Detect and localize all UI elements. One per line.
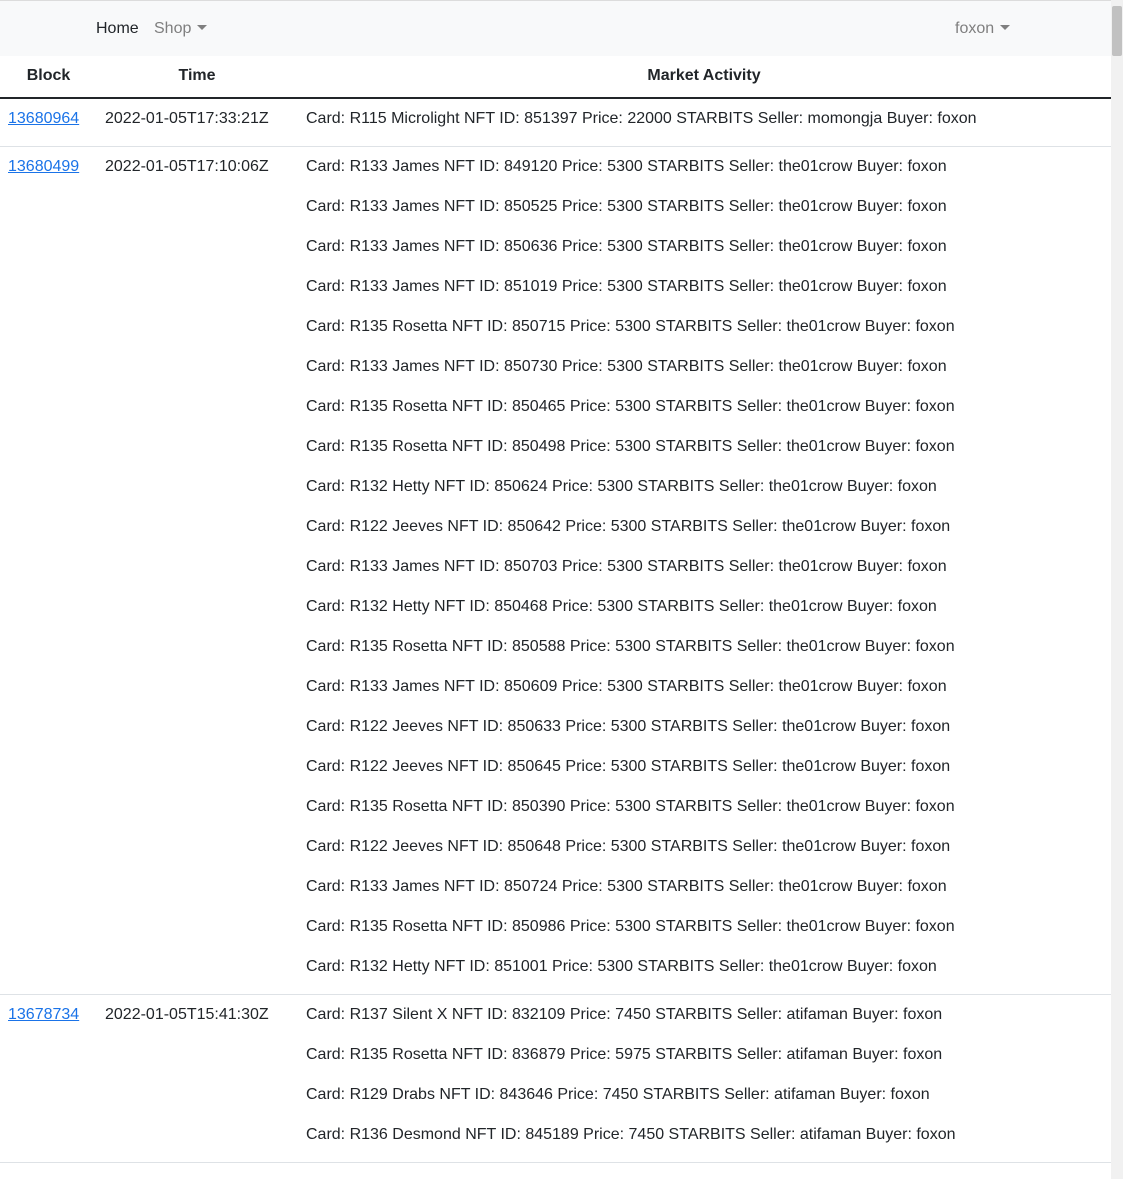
column-header-market-activity: Market Activity — [647, 67, 761, 84]
vertical-scrollbar[interactable] — [1111, 0, 1123, 1179]
activity-line: Card: R136 Desmond NFT ID: 845189 Price:… — [306, 1126, 956, 1143]
activity-line: Card: R133 James NFT ID: 850525 Price: 5… — [306, 198, 947, 215]
time-cell: 2022-01-05T17:33:21Z — [105, 110, 269, 127]
activity-line: Card: R137 Silent X NFT ID: 832109 Price… — [306, 1006, 943, 1023]
table-row: 13680964 2022-01-05T17:33:21Z Card: R115 M… — [0, 99, 1111, 147]
nav-home-link[interactable]: Home — [96, 19, 139, 39]
navbar: Home Shop foxon — [0, 1, 1111, 56]
activity-line: Card: R133 James NFT ID: 850636 Price: 5… — [306, 238, 947, 255]
chevron-down-icon — [197, 25, 208, 30]
activity-line: Card: R135 Rosetta NFT ID: 850588 Price:… — [306, 638, 955, 655]
activity-line: Card: R135 Rosetta NFT ID: 850498 Price:… — [306, 438, 955, 455]
activity-line: Card: R133 James NFT ID: 851019 Price: 5… — [306, 278, 947, 295]
activity-line: Card: R132 Hetty NFT ID: 850624 Price: 5… — [306, 478, 937, 495]
table-header: Block Time Market Activity — [0, 56, 1111, 99]
table-body: 13680964 2022-01-05T17:33:21Z Card: R115 M… — [0, 99, 1111, 1163]
market-activity-cell: Card: R133 James NFT ID: 849120 Price: 5… — [306, 147, 1111, 977]
activity-line: Card: R135 Rosetta NFT ID: 850390 Price:… — [306, 798, 955, 815]
market-activity-cell: Card: R115 Microlight NFT ID: 851397 Pri… — [306, 99, 1111, 129]
activity-line: Card: R135 Rosetta NFT ID: 850715 Price:… — [306, 318, 955, 335]
activity-line: Card: R122 Jeeves NFT ID: 850642 Price: … — [306, 518, 951, 535]
activity-line: Card: R135 Rosetta NFT ID: 836879 Price:… — [306, 1046, 943, 1063]
activity-line: Card: R135 Rosetta NFT ID: 850986 Price:… — [306, 918, 955, 935]
market-activity-cell: Card: R137 Silent X NFT ID: 832109 Price… — [306, 995, 1111, 1145]
block-link[interactable]: 13680964 — [8, 110, 79, 127]
activity-line: Card: R133 James NFT ID: 850730 Price: 5… — [306, 358, 947, 375]
block-cell: 13680964 — [8, 109, 79, 129]
table-row: 13678734 2022-01-05T15:41:30Z Card: R137 S… — [0, 995, 1111, 1163]
block-cell: 13680499 — [8, 157, 79, 177]
table-row: 13680499 2022-01-05T17:10:06Z Card: R133 J… — [0, 147, 1111, 995]
activity-line: Card: R133 James NFT ID: 850724 Price: 5… — [306, 878, 947, 895]
activity-line: Card: R132 Hetty NFT ID: 851001 Price: 5… — [306, 958, 937, 975]
user-menu-label: foxon — [955, 20, 995, 37]
block-link[interactable]: 13678734 — [8, 1006, 79, 1023]
activity-line: Card: R122 Jeeves NFT ID: 850645 Price: … — [306, 758, 951, 775]
activity-line: Card: R132 Hetty NFT ID: 850468 Price: 5… — [306, 598, 937, 615]
activity-line: Card: R133 James NFT ID: 849120 Price: 5… — [306, 158, 947, 175]
user-menu-dropdown[interactable]: foxon — [955, 19, 1011, 39]
activity-line: Card: R129 Drabs NFT ID: 843646 Price: 7… — [306, 1086, 930, 1103]
nav-shop-dropdown[interactable]: Shop — [154, 19, 208, 39]
activity-line: Card: R133 James NFT ID: 850703 Price: 5… — [306, 558, 947, 575]
activity-line: Card: R135 Rosetta NFT ID: 850465 Price:… — [306, 398, 955, 415]
time-cell: 2022-01-05T17:10:06Z — [105, 158, 269, 175]
activity-line: Card: R133 James NFT ID: 850609 Price: 5… — [306, 678, 947, 695]
column-header-block: Block — [26, 67, 71, 84]
chevron-down-icon — [1000, 25, 1011, 30]
activity-line: Card: R115 Microlight NFT ID: 851397 Pri… — [306, 110, 977, 127]
activity-line: Card: R122 Jeeves NFT ID: 850648 Price: … — [306, 838, 951, 855]
nav-shop-label: Shop — [154, 20, 192, 37]
block-cell: 13678734 — [8, 1005, 79, 1025]
market-activity-table: Block Time Market Activity 13680964 2022-… — [0, 56, 1111, 1163]
scrollbar-thumb[interactable] — [1112, 6, 1122, 56]
column-header-time: Time — [178, 67, 216, 84]
time-cell: 2022-01-05T15:41:30Z — [105, 1006, 269, 1023]
block-link[interactable]: 13680499 — [8, 158, 79, 175]
activity-line: Card: R122 Jeeves NFT ID: 850633 Price: … — [306, 718, 951, 735]
